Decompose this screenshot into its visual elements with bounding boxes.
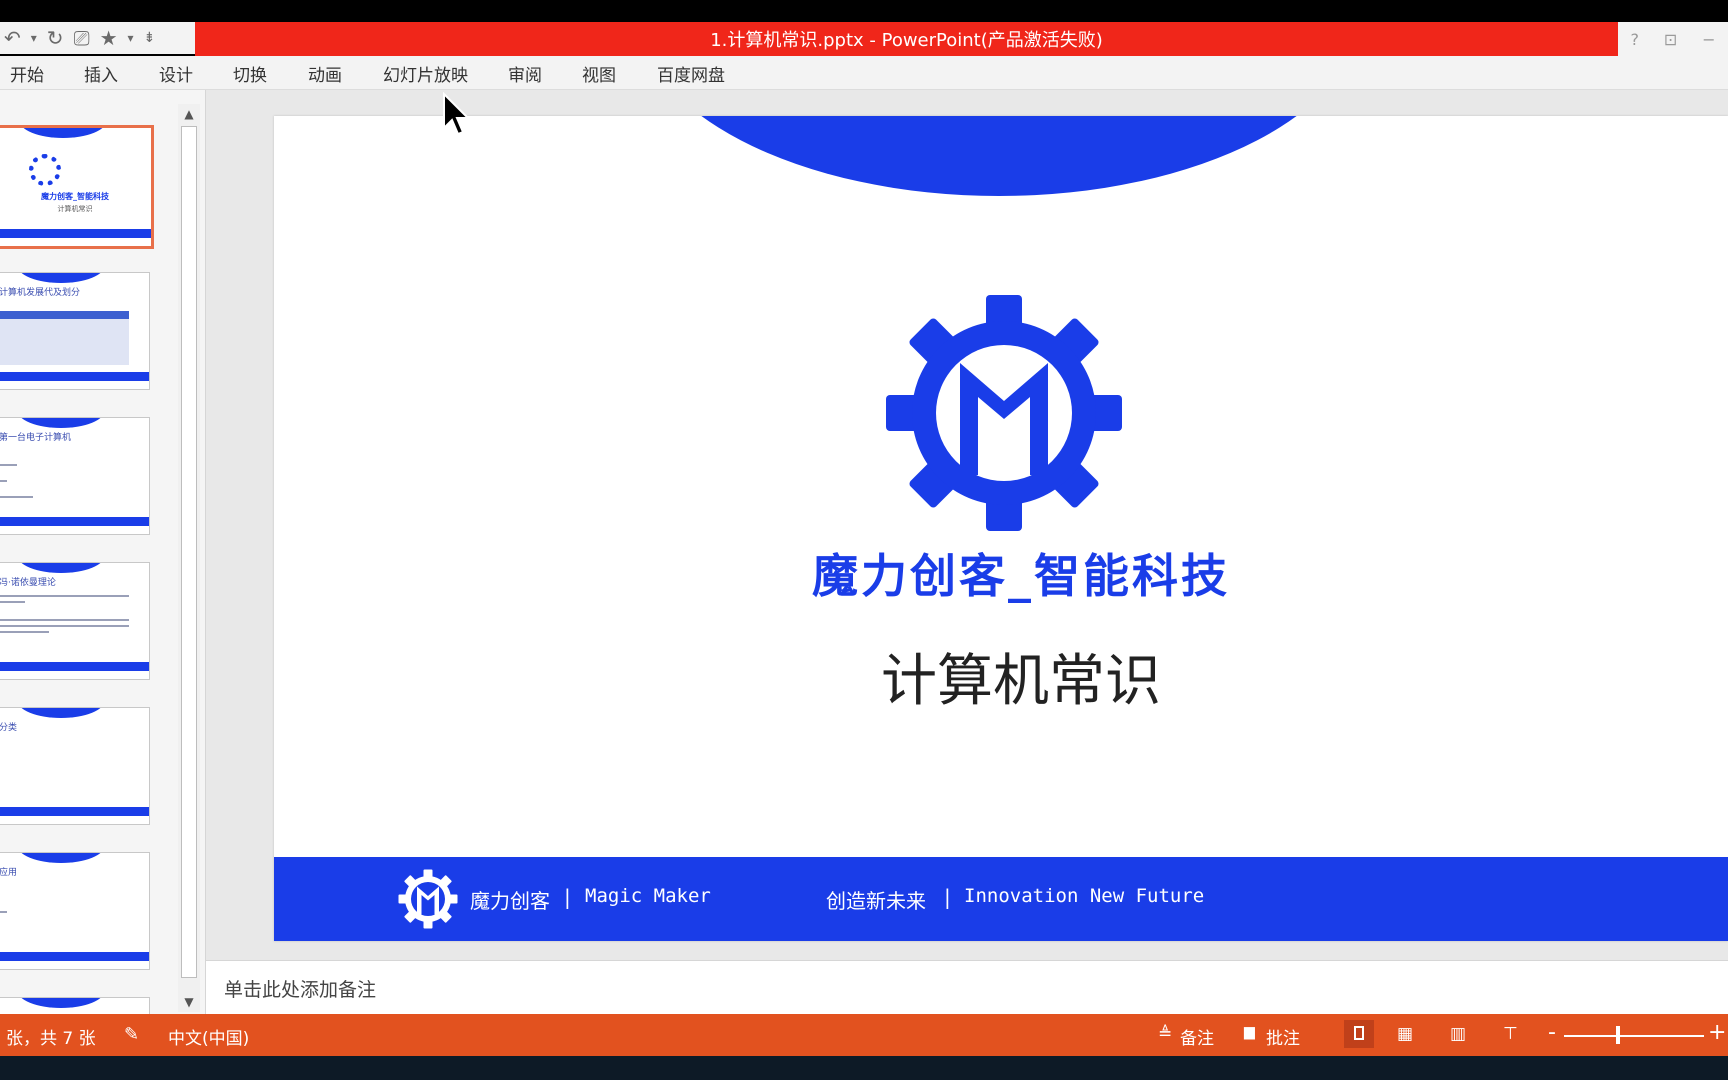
notes-toggle-button[interactable]: 备注 [1180, 1024, 1214, 1049]
window-title: 1.计算机常识.pptx - PowerPoint(产品激活失败) [710, 30, 1103, 51]
redo-icon[interactable]: ↻ [47, 26, 64, 50]
magic-maker-gear-logo-icon [886, 295, 1122, 531]
notes-placeholder: 单击此处添加备注 [224, 979, 377, 1001]
thumb-title: 应用 [0, 868, 18, 878]
thumb-title: 魔力创客_智能科技 [41, 192, 109, 201]
thumb-title: 计算机发展代及划分 [0, 288, 81, 298]
quick-access-toolbar: ↶ ▾ ↻ ⎚ ★ ▾ ⇟ [0, 22, 195, 54]
tab-view[interactable]: 视图 [582, 61, 616, 86]
minimize-icon[interactable]: − [1702, 30, 1715, 49]
tab-review[interactable]: 审阅 [508, 61, 542, 86]
ribbon-display-options-icon[interactable]: ⊡ [1664, 30, 1677, 49]
thumbnail-scrollbar[interactable]: ▲ ▼ [178, 104, 200, 1012]
slide-thumbnail-6[interactable]: 应用 [0, 852, 150, 970]
taskbar-strip [0, 1056, 1728, 1080]
tab-baidu-netdisk[interactable]: 百度网盘 [657, 61, 725, 86]
undo-dropdown-icon[interactable]: ▾ [31, 31, 37, 45]
slide-thumbnail-3[interactable]: 第一台电子计算机 [0, 417, 150, 535]
slideshow-from-start-icon[interactable]: ⎚ [74, 26, 90, 50]
footer-slogan-cn: 创造新未来 [826, 889, 926, 913]
normal-view-glyph [1354, 1026, 1364, 1040]
zoom-slider-track[interactable] [1564, 1035, 1704, 1037]
footer-slogan-en: Innovation New Future [964, 885, 1205, 907]
comments-toggle-button[interactable]: 批注 [1266, 1024, 1300, 1049]
reading-view-icon[interactable]: ▥ [1450, 1024, 1466, 1044]
slide-top-arc [634, 116, 1364, 196]
footer-brand-en: Magic Maker [585, 885, 711, 907]
tab-transitions[interactable]: 切换 [233, 61, 267, 86]
slide-sorter-icon[interactable]: ▦ [1397, 1024, 1413, 1044]
slide-canvas[interactable]: 魔力创客_智能科技 计算机常识 魔力创客 | Magic Maker 创造新未来… [274, 116, 1728, 941]
tab-slideshow[interactable]: 幻灯片放映 [383, 61, 468, 86]
mouse-cursor-icon [443, 92, 471, 136]
notes-pane[interactable]: 单击此处添加备注 [206, 960, 1728, 1014]
footer-separator: | [564, 885, 571, 909]
thumb-title: 分类 [0, 723, 18, 733]
thumb-subtitle: 计算机常识 [57, 205, 93, 213]
title-bar: 1.计算机常识.pptx - PowerPoint(产品激活失败) [195, 22, 1618, 56]
slideshow-view-icon[interactable]: ⊤ [1503, 1024, 1518, 1044]
undo-icon[interactable]: ↶ [4, 26, 21, 50]
thumb-title: 冯·诺依曼理论 [0, 578, 56, 588]
notes-toggle-icon[interactable]: ≜ [1158, 1024, 1172, 1044]
footer-separator: | [944, 885, 951, 909]
tab-insert[interactable]: 插入 [84, 61, 118, 86]
zoom-out-button[interactable]: - [1548, 1020, 1556, 1045]
tab-animations[interactable]: 动画 [308, 61, 342, 86]
window-controls: ? ⊡ − [1618, 22, 1728, 56]
footer-gear-logo-icon [398, 869, 458, 929]
spell-check-icon[interactable]: ✎ [124, 1024, 139, 1045]
tab-home[interactable]: 开始 [10, 61, 44, 86]
top-black-bar [0, 0, 1728, 22]
slide-count: 张，共 7 张 [6, 1029, 96, 1049]
slide-thumbnail-7[interactable] [0, 997, 150, 1014]
scrollbar-thumb[interactable] [181, 126, 197, 978]
slide-thumbnail-1[interactable]: 魔力创客_智能科技 计算机常识 [0, 125, 154, 249]
star-dropdown-icon[interactable]: ▾ [128, 31, 134, 45]
slide-thumbnail-2[interactable]: 计算机发展代及划分 [0, 272, 150, 390]
powerpoint-window: ↶ ▾ ↻ ⎚ ★ ▾ ⇟ 1.计算机常识.pptx - PowerPoint(… [0, 0, 1728, 1080]
footer-brand-cn: 魔力创客 [470, 889, 550, 913]
zoom-in-button[interactable]: + [1708, 1020, 1726, 1045]
scroll-down-icon[interactable]: ▼ [178, 992, 200, 1012]
star-icon[interactable]: ★ [100, 26, 118, 50]
scroll-up-icon[interactable]: ▲ [178, 104, 200, 124]
status-bar: 张，共 7 张 ✎ 中文(中国) ≜ 备注 ▆ 批注 ▦ ▥ ⊤ - + [0, 1014, 1728, 1056]
slide-thumbnail-5[interactable]: 分类 [0, 707, 150, 825]
ribbon-tabs: 开始 插入 设计 切换 动画 幻灯片放映 审阅 视图 百度网盘 [0, 56, 1728, 90]
help-icon[interactable]: ? [1630, 30, 1639, 49]
thumb-gear-icon [29, 154, 61, 186]
slide-thumbnail-4[interactable]: 冯·诺依曼理论 [0, 562, 150, 680]
thumb-title: 第一台电子计算机 [0, 433, 72, 443]
zoom-slider-thumb[interactable] [1616, 1026, 1620, 1044]
tab-design[interactable]: 设计 [159, 61, 193, 86]
customize-qat-icon[interactable]: ⇟ [144, 30, 156, 46]
slide-footer-band: 魔力创客 | Magic Maker 创造新未来 | Innovation Ne… [274, 857, 1728, 941]
language-indicator[interactable]: 中文(中国) [168, 1024, 249, 1049]
comments-icon[interactable]: ▆ [1244, 1024, 1255, 1040]
slide-brand-title: 魔力创客_智能科技 [812, 549, 1230, 603]
slide-thumbnail-panel: 魔力创客_智能科技 计算机常识 计算机发展代及划分 第一台电子计算机 冯·诺依曼… [0, 90, 206, 1014]
slide-subtitle: 计算机常识 [881, 649, 1161, 714]
